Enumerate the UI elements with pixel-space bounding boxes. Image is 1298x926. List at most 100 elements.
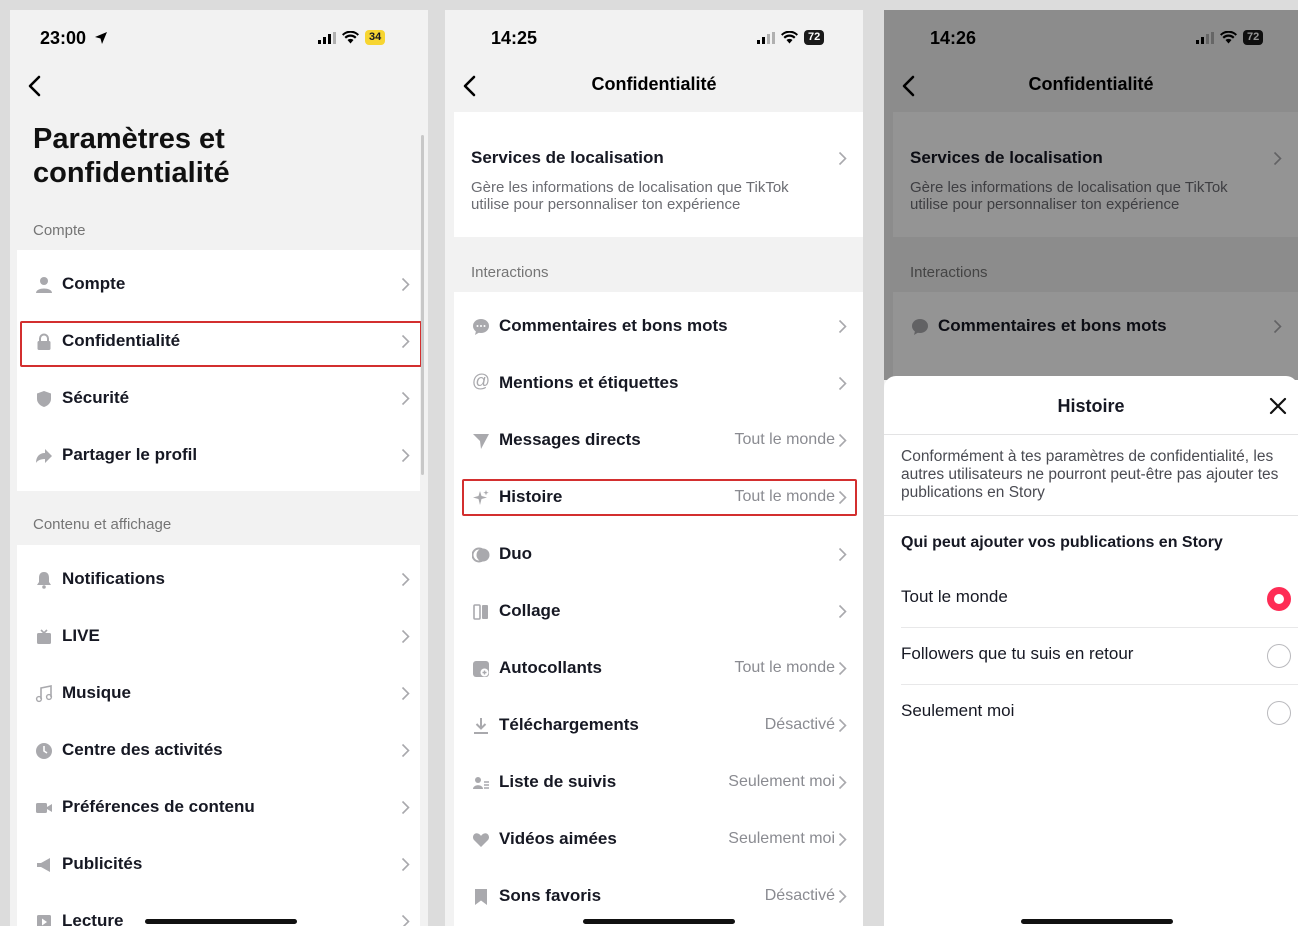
option-label: Seulement moi	[901, 701, 1015, 720]
privacy-item-liked-videos[interactable]: Vidéos aimées Seulement moi	[454, 811, 863, 868]
sheet-divider	[884, 515, 1298, 516]
section-header-interactions: Interactions	[471, 264, 549, 281]
privacy-item-value: Désactivé	[764, 716, 835, 733]
settings-item-label: Sécurité	[62, 388, 130, 407]
privacy-item-label: Duo	[499, 544, 533, 563]
wifi-icon	[342, 31, 359, 44]
megaphone-icon	[37, 858, 50, 872]
privacy-item-duet[interactable]: Duo	[454, 526, 863, 583]
settings-item-ads[interactable]: Publicités	[17, 836, 420, 893]
settings-item-activity-center[interactable]: Centre des activités	[17, 722, 420, 779]
back-arrow-icon[interactable]	[24, 72, 48, 100]
chevron-right-icon	[401, 914, 410, 926]
location-services-item[interactable]: Services de localisation Gère les inform…	[454, 112, 863, 237]
privacy-item-label: Messages directs	[499, 430, 641, 449]
chevron-right-icon	[838, 151, 847, 166]
chevron-right-icon	[401, 629, 410, 644]
chevron-right-icon	[838, 547, 847, 562]
option-only-me[interactable]: Seulement moi	[901, 685, 1298, 742]
signal-icon	[757, 31, 775, 44]
play-icon	[37, 915, 51, 926]
battery-indicator: 72	[804, 30, 825, 45]
chevron-right-icon	[838, 832, 847, 847]
dimmed-backdrop[interactable]	[884, 10, 1298, 380]
sticker-icon	[473, 661, 489, 677]
chevron-right-icon	[838, 604, 847, 619]
settings-item-label: Partager le profil	[62, 445, 198, 464]
radio-unselected[interactable]	[1267, 644, 1291, 668]
chevron-right-icon	[401, 743, 410, 758]
sheet-question: Qui peut ajouter vos publications en Sto…	[901, 534, 1223, 551]
music-note-icon	[35, 685, 53, 703]
sheet-divider	[884, 434, 1298, 435]
privacy-item-downloads[interactable]: Téléchargements Désactivé	[454, 697, 863, 754]
settings-item-security[interactable]: Sécurité	[17, 370, 420, 427]
privacy-item-value: Désactivé	[764, 887, 835, 904]
settings-item-label: Compte	[62, 274, 126, 293]
page-title: Paramètres et confidentialité	[33, 123, 230, 189]
following-icon	[473, 777, 489, 789]
shield-icon	[37, 391, 51, 407]
privacy-item-label: Vidéos aimées	[499, 829, 617, 848]
content-settings-card: Notifications LIVE Musique Centre des ac…	[17, 545, 420, 926]
privacy-item-label: Sons favoris	[499, 886, 602, 905]
privacy-item-stickers[interactable]: Autocollants Tout le monde	[454, 640, 863, 697]
radio-selected[interactable]	[1267, 587, 1291, 611]
settings-item-content-preferences[interactable]: Préférences de contenu	[17, 779, 420, 836]
option-everyone[interactable]: Tout le monde	[901, 571, 1298, 628]
chevron-right-icon	[838, 376, 847, 391]
battery-indicator: 34	[365, 30, 386, 45]
at-icon: @	[471, 370, 491, 391]
sheet-description: Conformément à tes paramètres de confide…	[901, 448, 1279, 501]
settings-item-account[interactable]: Compte	[17, 256, 420, 313]
privacy-item-comments[interactable]: Commentaires et bons mots	[454, 298, 863, 355]
chevron-right-icon	[401, 572, 410, 587]
chevron-right-icon	[401, 857, 410, 872]
section-header-content: Contenu et affichage	[33, 516, 172, 533]
chevron-right-icon	[838, 661, 847, 676]
privacy-item-stitch[interactable]: Collage	[454, 583, 863, 640]
account-settings-card: Compte Confidentialité Sécurité Partager…	[17, 250, 420, 491]
download-icon	[474, 718, 488, 734]
settings-item-label: Musique	[62, 683, 131, 702]
settings-item-notifications[interactable]: Notifications	[17, 551, 420, 608]
status-bar: 23:00 34	[10, 10, 428, 66]
privacy-item-label: Liste de suivis	[499, 772, 617, 791]
settings-item-label: Notifications	[62, 569, 165, 588]
settings-item-label: Lecture	[62, 911, 124, 926]
settings-item-label: Préférences de contenu	[62, 797, 255, 816]
option-label: Tout le monde	[901, 587, 1008, 606]
privacy-item-label: Mentions et étiquettes	[499, 373, 679, 392]
status-time: 14:25	[491, 28, 538, 48]
privacy-item-favorite-sounds[interactable]: Sons favoris Désactivé	[454, 868, 863, 925]
privacy-item-mentions[interactable]: @ Mentions et étiquettes	[454, 355, 863, 412]
privacy-item-label: Téléchargements	[499, 715, 639, 734]
sheet-title: Histoire	[1057, 396, 1125, 416]
scrollbar[interactable]	[421, 135, 424, 475]
location-services-description: Gère les informations de localisation qu…	[471, 179, 789, 213]
comment-icon	[473, 319, 489, 335]
privacy-item-value: Tout le monde	[734, 431, 835, 448]
location-services-title: Services de localisation	[471, 148, 664, 167]
system-indicators: 34	[318, 30, 386, 45]
settings-item-music[interactable]: Musique	[17, 665, 420, 722]
settings-item-share-profile[interactable]: Partager le profil	[17, 427, 420, 484]
settings-item-live[interactable]: LIVE	[17, 608, 420, 665]
system-indicators: 72	[757, 30, 825, 45]
chevron-right-icon	[838, 775, 847, 790]
close-icon[interactable]	[1266, 394, 1290, 418]
chevron-right-icon	[401, 391, 410, 406]
privacy-item-direct-messages[interactable]: Messages directs Tout le monde	[454, 412, 863, 469]
highlight-story	[462, 479, 857, 516]
privacy-item-label: Collage	[499, 601, 561, 620]
chevron-right-icon	[401, 448, 410, 463]
interactions-card: Commentaires et bons mots @ Mentions et …	[454, 292, 863, 926]
wifi-icon	[781, 31, 798, 44]
home-indicator	[145, 919, 297, 924]
option-mutual-followers[interactable]: Followers que tu suis en retour	[901, 628, 1298, 685]
status-bar: 14:25 72	[445, 10, 863, 66]
nav-title: Confidentialité	[591, 74, 717, 94]
radio-unselected[interactable]	[1267, 701, 1291, 725]
privacy-item-following-list[interactable]: Liste de suivis Seulement moi	[454, 754, 863, 811]
home-indicator	[1021, 919, 1173, 924]
